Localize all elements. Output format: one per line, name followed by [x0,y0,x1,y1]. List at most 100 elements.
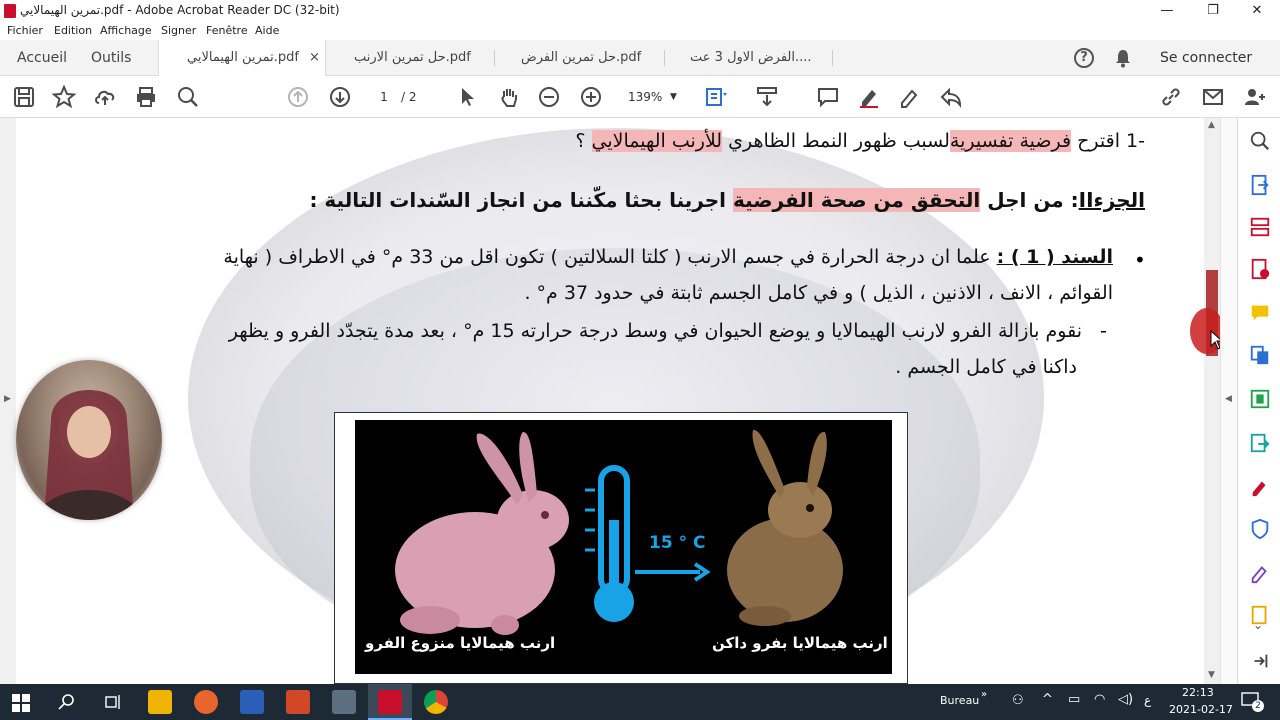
right-panel-collapse[interactable]: ◀ [1220,118,1237,684]
tab-document-3[interactable]: حل تمرين الفرض.pdf [521,40,641,76]
chevron-up-icon[interactable]: ^ [1042,692,1053,707]
expand-left-panel-icon[interactable]: ▶ [4,394,11,404]
edit-pdf-icon[interactable] [1249,388,1271,410]
people-icon[interactable]: ⚇ [1012,693,1024,708]
hairless-rabbit-icon [395,432,569,635]
tab-document-active[interactable]: تمرين الهيمالايي.pdf × [158,40,326,76]
scroll-up-icon[interactable]: ▲ [1208,120,1215,130]
upload-icon[interactable] [93,85,117,109]
organize-pages-icon[interactable] [1249,216,1271,238]
sign-in-link[interactable]: Se connecter [1160,40,1252,76]
page-number-input[interactable]: 1 [370,86,398,108]
task-view-icon[interactable] [104,693,122,711]
zoom-select[interactable]: 139% ▼ [620,86,682,108]
chevron-double-icon[interactable]: » [981,689,987,700]
right-tools-panel: ⌄ [1237,118,1280,684]
menu-fichier[interactable]: Fichier [7,24,43,37]
menu-aide[interactable]: Aide [255,24,279,37]
app-icon[interactable] [332,690,356,714]
chevron-down-icon: ▼ [670,92,677,102]
comment-icon[interactable] [816,85,840,109]
search-icon[interactable] [58,693,76,711]
close-button[interactable]: ✕ [1234,0,1280,22]
vertical-scrollbar[interactable]: ▲ ▼ [1204,118,1220,684]
clock-time[interactable]: 22:13 [1182,686,1214,699]
save-icon[interactable] [12,85,36,109]
title-bar: تمرين الهيمالايي.pdf - Adobe Acrobat Rea… [0,0,1280,22]
send-track-icon[interactable] [1249,432,1271,454]
export-pdf-icon[interactable] [1249,174,1271,196]
tab-accueil[interactable]: Accueil [17,40,67,76]
minimize-button[interactable]: — [1144,0,1190,22]
search-icon[interactable] [1249,130,1271,152]
close-tab-icon[interactable]: × [309,40,320,76]
input-language[interactable]: ع [1144,693,1151,707]
menu-signer[interactable]: Signer [161,24,196,37]
share-icon[interactable] [939,85,963,109]
doc1-line-3: نقوم بازالة الفرو لارنب الهيمالايا و يوض… [228,320,1082,342]
chrome-icon[interactable] [424,690,448,714]
part2-highlight: التحقق من صحة الفرضية [732,188,981,212]
zoom-search-icon[interactable] [176,85,200,109]
part2-text-c: : من اجل [980,188,1079,212]
page-down-icon[interactable] [328,85,352,109]
q1-highlight-hypothesis: فرضية تفسيرية [949,130,1072,152]
fill-sign-icon[interactable] [1249,476,1271,498]
notification-center[interactable]: 2 [1240,690,1264,712]
doc1-label: السند ( 1 ) : [996,246,1113,268]
windows-start-icon[interactable] [12,694,30,712]
menu-edition[interactable]: Edition [54,24,92,37]
combine-files-icon[interactable] [1249,344,1271,366]
part-2-heading: الجزءII: من اجل التحقق من صحة الفرضية اج… [309,188,1145,212]
chevron-down-icon[interactable]: ⌄ [1253,618,1263,632]
add-user-icon[interactable] [1243,85,1267,109]
zoom-out-icon[interactable] [537,85,561,109]
toolbar: 1 / 2 139% ▼ [0,76,1280,118]
clock-date[interactable]: 2021-02-17 [1169,703,1233,716]
left-panel-strip: ▶ [0,118,16,684]
zoom-in-icon[interactable] [579,85,603,109]
comment-panel-icon[interactable] [1249,302,1271,324]
zoom-value: 139% [628,90,663,104]
hand-tool-icon[interactable] [497,85,521,109]
protect-shield-icon[interactable] [1249,518,1271,540]
highlight-pen-icon[interactable] [857,85,881,109]
desktop-toolbar-label[interactable]: Bureau [940,694,979,707]
menu-affichage[interactable]: Affichage [100,24,152,37]
bell-icon[interactable] [1114,48,1132,68]
word-icon[interactable] [240,690,264,714]
tab-document-2[interactable]: حل تمرين الارنب.pdf [354,40,471,76]
scroll-down-icon[interactable]: ▼ [1208,670,1215,680]
select-cursor-icon[interactable] [456,85,480,109]
volume-icon[interactable]: ◁) [1118,692,1133,707]
wifi-icon[interactable]: ◠ [1094,692,1105,707]
star-icon[interactable] [52,85,76,109]
bullet-point: • [1134,248,1146,272]
q1-text-c: لسبب ظهور النمط الظاهري [722,130,950,152]
sign-icon[interactable] [898,85,922,109]
restore-button[interactable]: ❐ [1190,0,1236,22]
question-1: -1 اقترح فرضية تفسيريةلسبب ظهور النمط ال… [575,130,1145,152]
arrow-icon [635,562,711,582]
collapse-right-panel-icon[interactable]: ◀ [1225,394,1232,404]
acrobat-taskbar-icon[interactable] [378,690,402,714]
firefox-icon[interactable] [194,690,218,714]
scroll-mode-icon[interactable] [755,85,779,109]
email-icon[interactable] [1201,85,1225,109]
collapse-panel-icon[interactable] [1249,650,1271,672]
menu-bar: Fichier Edition Affichage Signer Fenêtre… [0,22,1280,40]
help-icon[interactable]: ? [1074,48,1094,68]
page-up-icon[interactable] [286,85,310,109]
network-icon[interactable]: ▭ [1068,692,1080,707]
create-pdf-icon[interactable] [1249,258,1271,280]
link-icon[interactable] [1159,85,1183,109]
request-signature-icon[interactable] [1249,562,1271,584]
fit-page-icon[interactable] [704,85,728,109]
file-explorer-icon[interactable] [148,690,172,714]
tab-document-4[interactable]: الفرض الاول 3 عت.... [690,40,812,76]
menu-fenetre[interactable]: Fenêtre [206,24,248,37]
powerpoint-icon[interactable] [286,690,310,714]
print-icon[interactable] [134,85,158,109]
tab-bar: Accueil Outils تمرين الهيمالايي.pdf × حل… [0,40,1280,76]
tab-outils[interactable]: Outils [91,40,131,76]
